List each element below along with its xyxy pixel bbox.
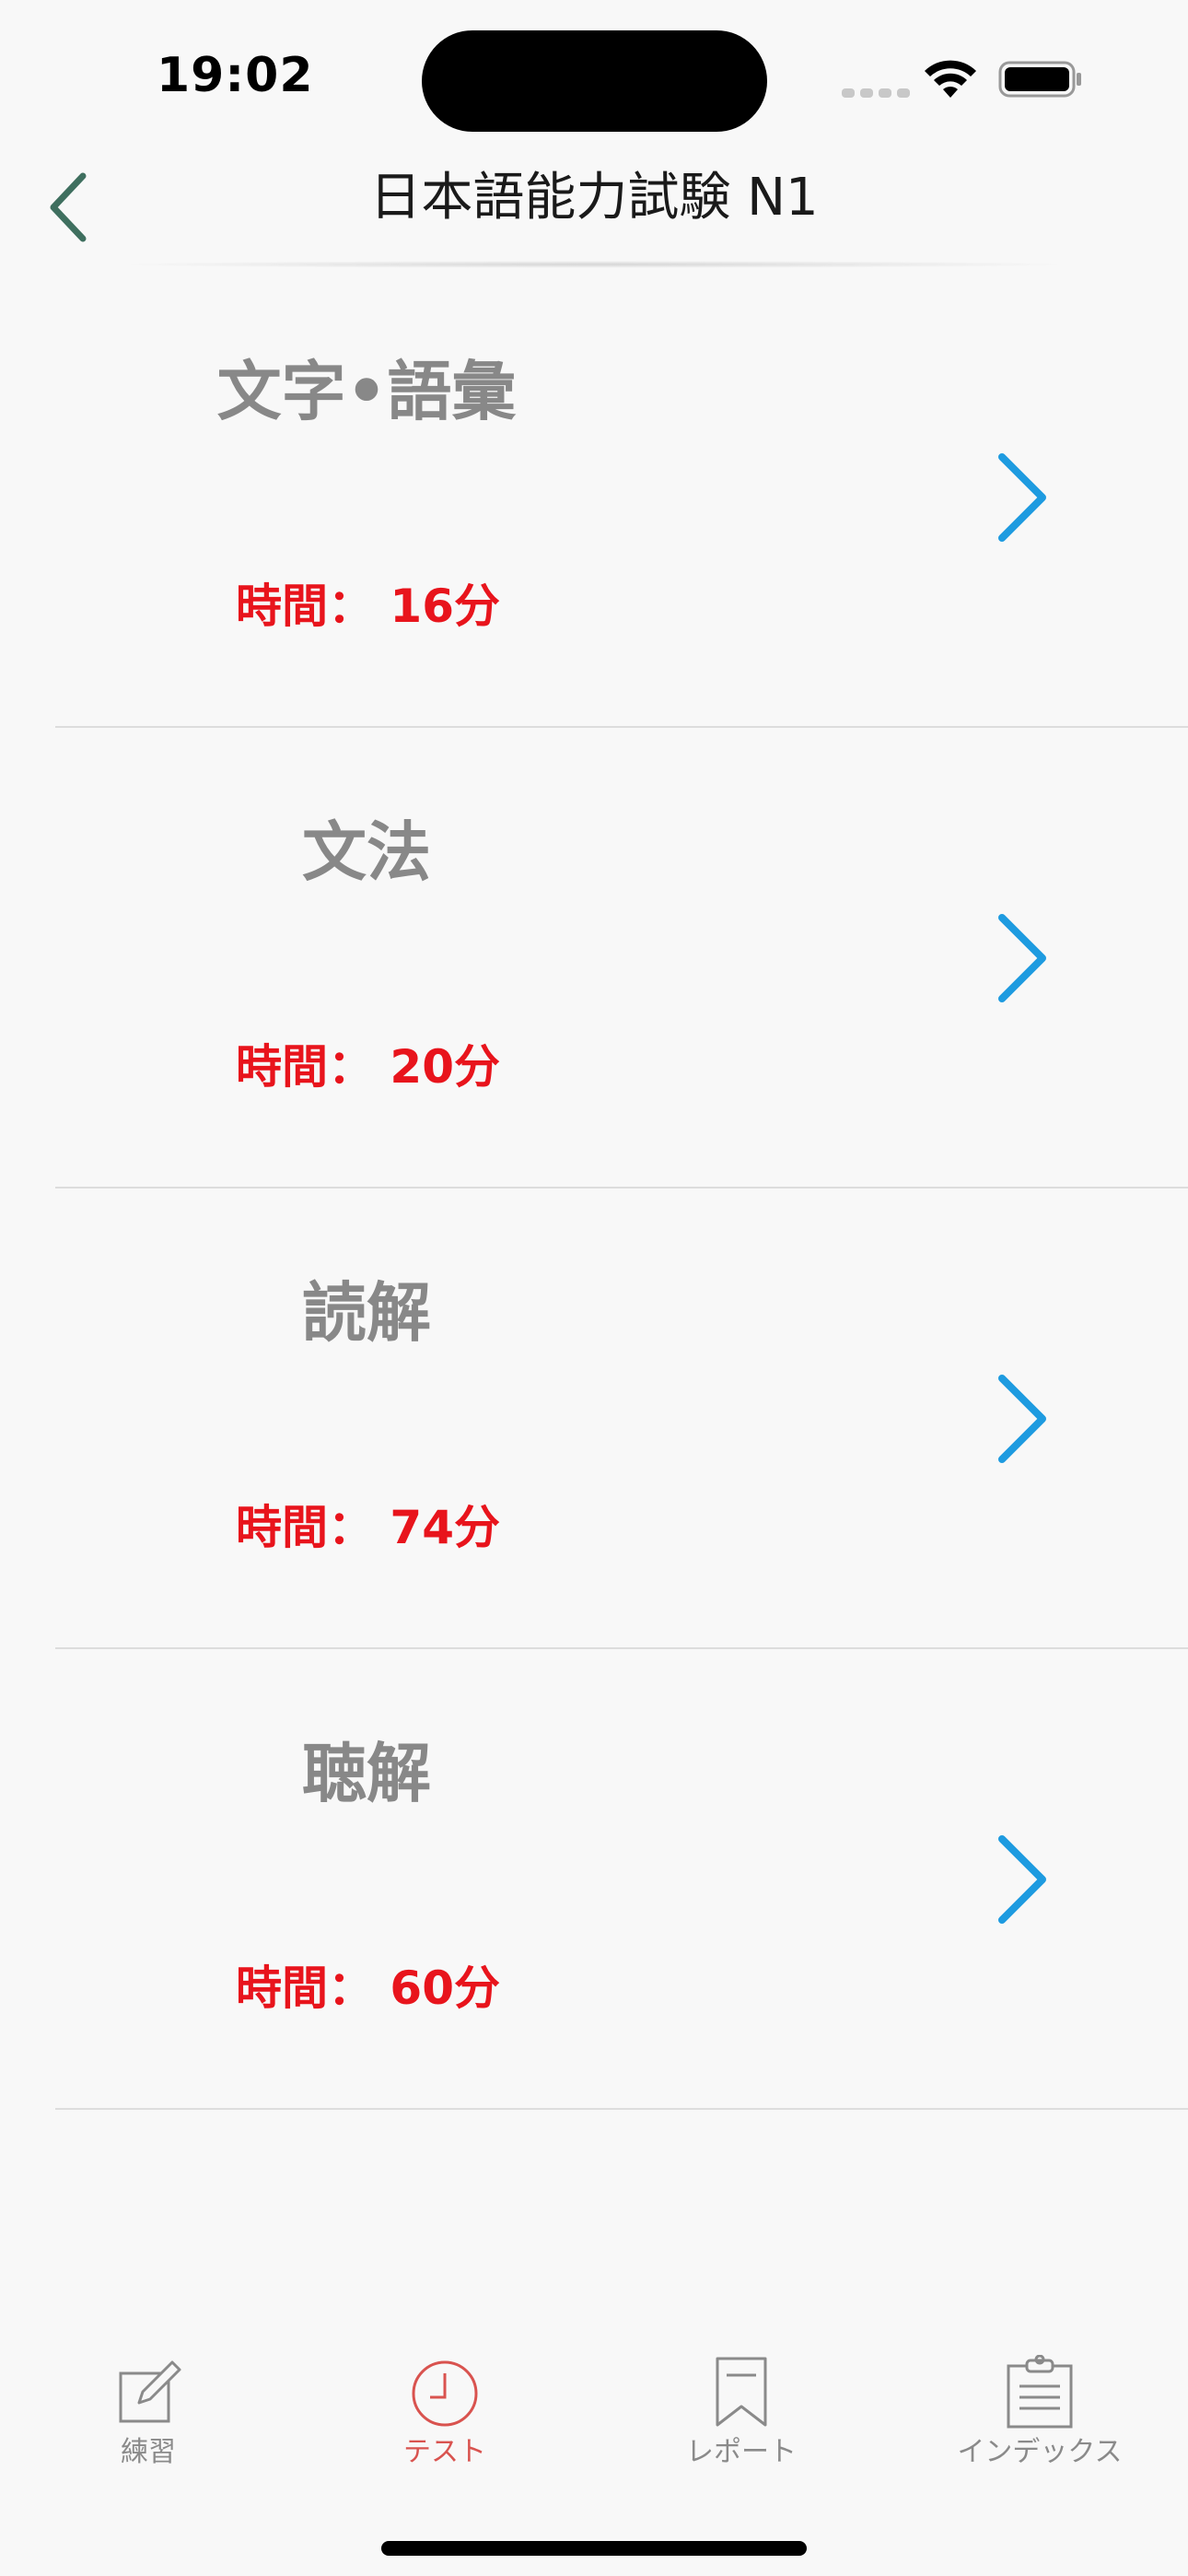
section-title: 聴解 [302, 1736, 431, 1811]
list-item-dokkai[interactable]: 読解 時間： 74分 [0, 1188, 1188, 1649]
tab-label: テスト [403, 2436, 486, 2468]
divider [55, 2108, 1188, 2110]
list-item-choukai[interactable]: 聴解 時間： 60分 [0, 1649, 1188, 2110]
tab-label: インデックス [957, 2436, 1123, 2468]
chevron-right-icon [998, 1835, 1046, 1924]
pencil-square-icon [119, 2360, 181, 2423]
clock-icon [412, 2360, 478, 2427]
tab-practice[interactable]: 練習 [0, 2355, 297, 2484]
section-time: 時間： 60分 [236, 1961, 500, 2015]
page-title: 日本語能力試験 N1 [369, 168, 819, 228]
tab-report[interactable]: レポート [593, 2355, 890, 2484]
section-time: 時間： 20分 [236, 1040, 500, 1094]
tab-test[interactable]: テスト [297, 2355, 593, 2484]
bookmark-icon [716, 2357, 767, 2427]
section-title: 読解 [302, 1275, 431, 1351]
tab-label: 練習 [121, 2436, 176, 2468]
chevron-right-icon [998, 1375, 1046, 1463]
section-time: 時間： 16分 [236, 580, 500, 633]
section-time: 時間： 74分 [236, 1501, 500, 1554]
section-list: 文字•語彙 時間： 16分 文法 時間： 20分 読解 時間： 74分 聴解 時… [0, 267, 1188, 2110]
section-title: 文法 [302, 814, 431, 890]
chevron-right-icon [998, 914, 1046, 1002]
status-time: 19:02 [157, 48, 314, 103]
clipboard-icon [1007, 2355, 1073, 2429]
status-bar: 19:02 [0, 0, 1188, 147]
cellular-signal-icon [842, 88, 910, 98]
dynamic-island [422, 30, 767, 132]
section-title: 文字•語彙 [216, 354, 517, 429]
home-indicator [381, 2541, 807, 2556]
tab-index[interactable]: インデックス [891, 2355, 1188, 2484]
list-item-bunpou[interactable]: 文法 時間： 20分 [0, 728, 1188, 1188]
list-item-moji-goi[interactable]: 文字•語彙 時間： 16分 [0, 267, 1188, 728]
tab-label: レポート [686, 2436, 797, 2468]
wifi-icon [925, 60, 976, 98]
chevron-right-icon [998, 453, 1046, 542]
battery-icon [998, 61, 1081, 98]
